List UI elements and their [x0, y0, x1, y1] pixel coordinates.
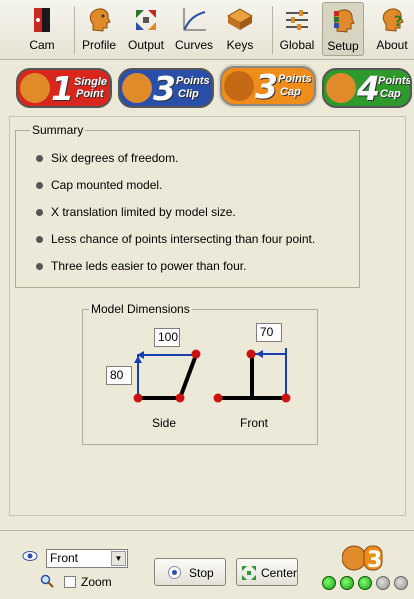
center-button[interactable]: Center	[236, 558, 298, 586]
led-point	[213, 393, 223, 403]
led-point	[191, 349, 201, 359]
front-label: Front	[240, 416, 269, 430]
model-diagram	[133, 348, 291, 403]
magnifier-icon	[40, 574, 54, 588]
side-height-field[interactable]: 80	[106, 366, 132, 385]
side-width-field[interactable]: 100	[154, 328, 180, 347]
status-led-1	[322, 576, 336, 590]
side-label: Side	[152, 416, 177, 430]
stop-button[interactable]: Stop	[154, 558, 226, 586]
led-point	[281, 393, 291, 403]
zoom-checkbox[interactable]	[64, 576, 76, 588]
status-led-3	[358, 576, 372, 590]
zoom-label: Zoom	[81, 575, 112, 589]
center-label: Center	[261, 566, 298, 580]
front-width-field[interactable]: 70	[256, 323, 282, 342]
led-point	[175, 393, 185, 403]
view-select-value: Front	[50, 551, 79, 565]
stop-label: Stop	[189, 566, 214, 580]
svg-text:3: 3	[367, 548, 382, 572]
led-point	[246, 349, 256, 359]
eye-icon	[22, 551, 38, 561]
led-point	[133, 393, 143, 403]
chevron-down-icon[interactable]: ▼	[111, 551, 126, 566]
status-led-2	[340, 576, 354, 590]
status-led-4	[376, 576, 390, 590]
view-select[interactable]: Front ▼	[46, 549, 128, 568]
status-led-5	[394, 576, 408, 590]
mode-logo-icon: 3	[342, 545, 383, 572]
stop-icon	[168, 566, 181, 579]
center-arrows-icon	[242, 566, 256, 580]
